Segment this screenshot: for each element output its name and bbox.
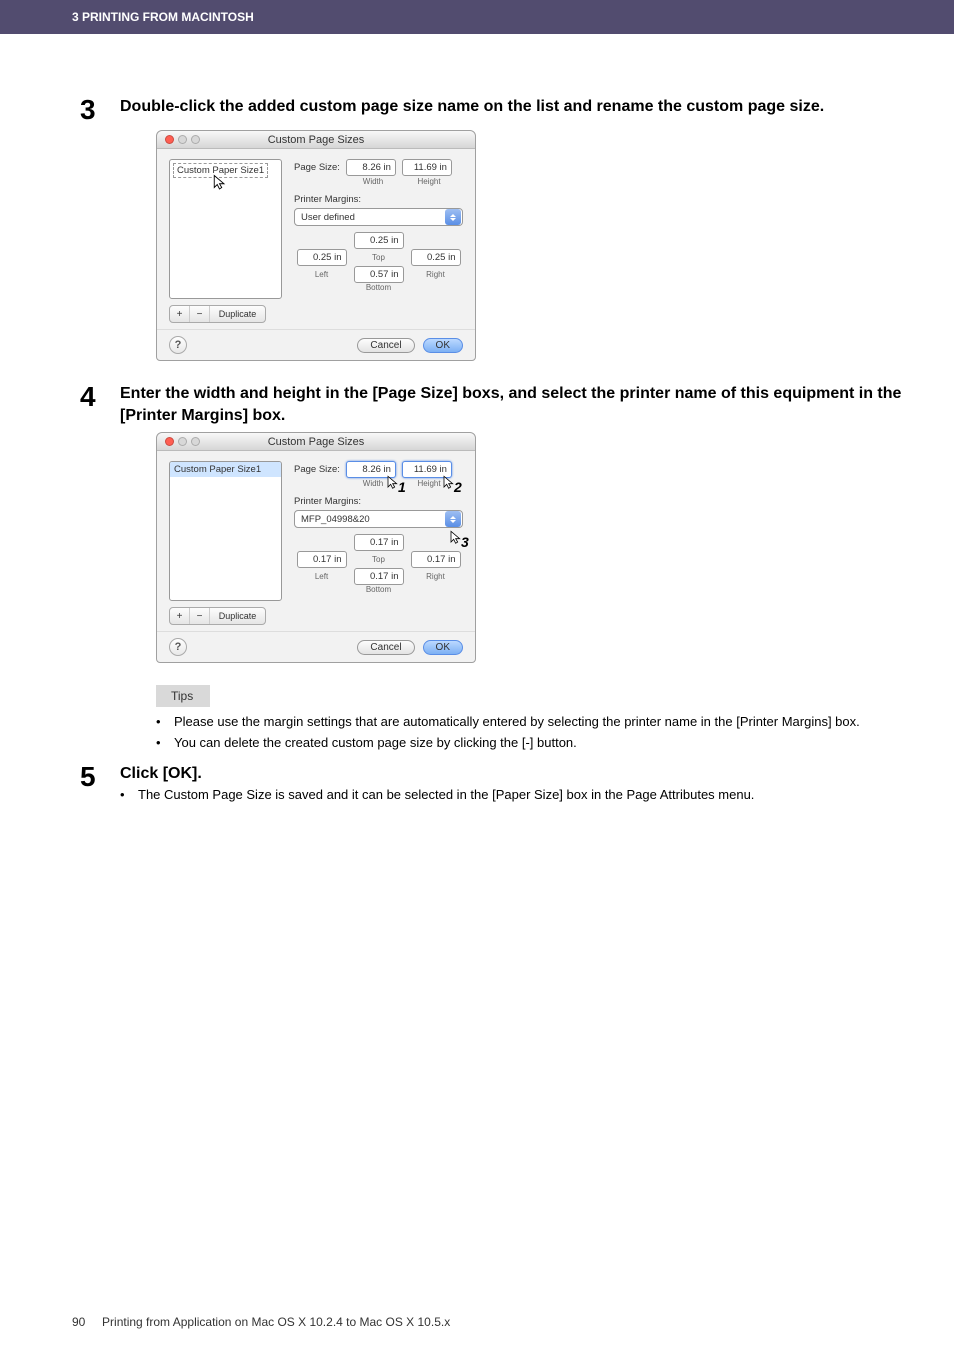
callout-2: 2: [454, 479, 462, 495]
dropdown-value: User defined: [295, 212, 444, 223]
remove-button[interactable]: −: [190, 306, 210, 322]
cancel-button[interactable]: Cancel: [357, 338, 414, 353]
step-4-screenshot: Custom Page Sizes Custom Paper Size1 + −…: [156, 432, 920, 663]
width-input[interactable]: 8.26 in: [346, 159, 396, 176]
bottom-label: Bottom: [366, 283, 391, 292]
tip-item: • You can delete the created custom page…: [156, 734, 920, 753]
custom-page-sizes-dialog: Custom Page Sizes Custom Paper Size1 + −…: [156, 130, 476, 361]
margins-grid: 0.17 in 0.17 in Top 0.17 in Left 0.17 in…: [294, 534, 463, 594]
right-margin-input[interactable]: 0.25 in: [411, 249, 461, 266]
page-content: 3 Double-click the added custom page siz…: [0, 94, 954, 813]
step-4-heading: Enter the width and height in the [Page …: [120, 383, 920, 426]
step-5: 5 Click [OK]. • The Custom Page Size is …: [80, 761, 920, 813]
ok-button[interactable]: OK: [423, 338, 463, 353]
left-margin-input[interactable]: 0.17 in: [297, 551, 347, 568]
right-margin-input[interactable]: 0.17 in: [411, 551, 461, 568]
add-button[interactable]: +: [170, 306, 190, 322]
ok-button[interactable]: OK: [423, 640, 463, 655]
cancel-button[interactable]: Cancel: [357, 640, 414, 655]
step-number-5: 5: [80, 761, 120, 791]
dropdown-value: MFP_04998&20: [295, 514, 444, 525]
chevron-updown-icon: [445, 511, 461, 527]
dialog-titlebar: Custom Page Sizes: [157, 433, 475, 451]
step-4-tips-list: • Please use the margin settings that ar…: [156, 713, 920, 753]
top-label: Top: [372, 253, 385, 262]
right-label: Right: [426, 572, 445, 581]
footer-text: Printing from Application on Mac OS X 10…: [102, 1315, 450, 1329]
list-buttons: + − Duplicate: [169, 607, 266, 625]
right-label: Right: [426, 270, 445, 279]
height-input[interactable]: 11.69 in: [402, 159, 452, 176]
step-number-4: 4: [80, 381, 120, 411]
step-3-screenshot: Custom Page Sizes Custom Paper Size1 + −…: [156, 130, 920, 361]
chevron-updown-icon: [445, 209, 461, 225]
custom-page-sizes-dialog-4: Custom Page Sizes Custom Paper Size1 + −…: [156, 432, 476, 663]
step-5-bullet: • The Custom Page Size is saved and it c…: [120, 786, 920, 805]
margins-dropdown[interactable]: User defined: [294, 208, 463, 226]
left-margin-input[interactable]: 0.25 in: [297, 249, 347, 266]
remove-button[interactable]: −: [190, 608, 210, 624]
help-button[interactable]: ?: [169, 638, 187, 656]
add-button[interactable]: +: [170, 608, 190, 624]
tip-item: • Please use the margin settings that ar…: [156, 713, 920, 732]
header-bar: 3 PRINTING FROM MACINTOSH: [0, 0, 954, 34]
height-label: Height: [404, 177, 454, 186]
margins-dropdown[interactable]: MFP_04998&20: [294, 510, 463, 528]
page-size-label: Page Size:: [294, 464, 340, 475]
printer-margins-label: Printer Margins:: [294, 496, 463, 507]
top-label: Top: [372, 555, 385, 564]
tips-box: Tips: [156, 685, 920, 707]
left-label: Left: [315, 572, 328, 581]
bullet-text: The Custom Page Size is saved and it can…: [138, 786, 754, 805]
list-buttons: + − Duplicate: [169, 305, 266, 323]
left-label: Left: [315, 270, 328, 279]
top-margin-input[interactable]: 0.17 in: [354, 534, 404, 551]
size-list[interactable]: Custom Paper Size1: [169, 461, 282, 601]
page-number: 90: [72, 1315, 85, 1329]
margins-grid: 0.25 in 0.25 in Top 0.25 in Left 0.57 in…: [294, 232, 463, 292]
tip-text: You can delete the created custom page s…: [174, 734, 577, 753]
page-footer: 90 Printing from Application on Mac OS X…: [72, 1315, 450, 1329]
cursor-icon: [212, 174, 230, 192]
step-3-heading: Double-click the added custom page size …: [120, 96, 920, 118]
bottom-margin-input[interactable]: 0.17 in: [354, 568, 404, 585]
breadcrumb: 3 PRINTING FROM MACINTOSH: [72, 10, 254, 24]
page-size-label: Page Size:: [294, 162, 340, 173]
dialog-title: Custom Page Sizes: [157, 134, 475, 146]
step-4: 4 Enter the width and height in the [Pag…: [80, 381, 920, 426]
help-button[interactable]: ?: [169, 336, 187, 354]
dialog-title: Custom Page Sizes: [157, 436, 475, 448]
tips-label: Tips: [156, 685, 210, 707]
step-3: 3 Double-click the added custom page siz…: [80, 94, 920, 124]
step-number-3: 3: [80, 94, 120, 124]
size-list-item-selected[interactable]: Custom Paper Size1: [170, 462, 281, 477]
bottom-label: Bottom: [366, 585, 391, 594]
duplicate-button[interactable]: Duplicate: [210, 306, 265, 322]
callout-3: 3: [461, 534, 469, 550]
callout-1: 1: [398, 479, 406, 495]
dialog-titlebar: Custom Page Sizes: [157, 131, 475, 149]
step-5-heading: Click [OK].: [120, 763, 920, 785]
printer-margins-label: Printer Margins:: [294, 194, 463, 205]
duplicate-button[interactable]: Duplicate: [210, 608, 265, 624]
top-margin-input[interactable]: 0.25 in: [354, 232, 404, 249]
bottom-margin-input[interactable]: 0.57 in: [354, 266, 404, 283]
size-list[interactable]: Custom Paper Size1: [169, 159, 282, 299]
width-label: Width: [348, 177, 398, 186]
tip-text: Please use the margin settings that are …: [174, 713, 860, 732]
